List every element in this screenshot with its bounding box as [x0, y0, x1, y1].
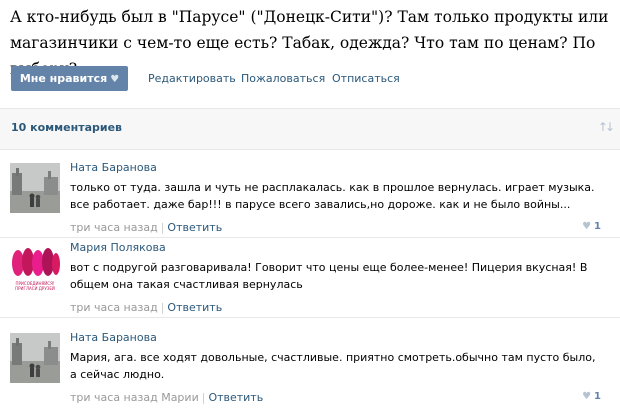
- edit-link[interactable]: Редактировать: [148, 72, 236, 85]
- comment-time[interactable]: три часа назад: [70, 301, 158, 314]
- comment-item: ПРИСОЕДИНЯЙСЯ! ПРИГЛАСИ ДРУЗЕЙ Мария Пол…: [0, 237, 620, 318]
- unsubscribe-link[interactable]: Отписаться: [332, 72, 400, 85]
- comments-count: 10 комментариев: [11, 121, 123, 134]
- comment-text: Мария, ага. все ходят довольные, счастли…: [70, 351, 596, 381]
- heart-icon: ♥: [582, 391, 592, 402]
- divider: |: [201, 391, 206, 404]
- comment-like[interactable]: ♥ 1: [582, 221, 601, 232]
- comment-author[interactable]: Ната Баранова: [70, 331, 157, 344]
- reply-to-mention[interactable]: Марии: [161, 391, 199, 404]
- comment-text: только от туда. зашла и чуть не расплака…: [70, 181, 595, 211]
- heart-icon: ♥: [582, 221, 592, 232]
- reply-link[interactable]: Ответить: [167, 301, 222, 314]
- divider: |: [160, 301, 165, 314]
- comment-time[interactable]: три часа назад: [70, 391, 158, 404]
- comment-author[interactable]: Ната Баранова: [70, 161, 157, 174]
- comment-meta: три часа назад Марии | Ответить: [70, 391, 263, 404]
- comments-header: 10 комментариев ↑↓: [0, 108, 620, 150]
- sort-order-icon[interactable]: ↑↓: [598, 120, 615, 134]
- report-link[interactable]: Пожаловаться: [241, 72, 325, 85]
- heart-icon: ♥: [110, 74, 120, 85]
- avatar[interactable]: ПРИСОЕДИНЯЙСЯ! ПРИГЛАСИ ДРУЗЕЙ: [10, 243, 60, 293]
- like-button[interactable]: Мне нравится ♥: [11, 66, 128, 91]
- comment-meta: три часа назад | Ответить: [70, 301, 222, 314]
- comment-meta: три часа назад | Ответить: [70, 221, 222, 234]
- avatar[interactable]: [10, 163, 60, 213]
- comment-item: Ната Баранова только от туда. зашла и чу…: [0, 157, 620, 238]
- reply-link[interactable]: Ответить: [208, 391, 263, 404]
- comment-like[interactable]: ♥ 1: [582, 391, 601, 402]
- comment-time[interactable]: три часа назад: [70, 221, 158, 234]
- reply-link[interactable]: Ответить: [167, 221, 222, 234]
- comment-text: вот с подругой разговаривала! Говорит чт…: [70, 261, 588, 291]
- like-button-label: Мне нравится: [19, 72, 108, 85]
- avatar[interactable]: [10, 333, 60, 383]
- post-actions: Мне нравится ♥ Редактировать Пожаловаться…: [11, 66, 611, 91]
- like-count: 1: [594, 391, 601, 402]
- divider: |: [160, 221, 165, 234]
- like-count: 1: [594, 221, 601, 232]
- comment-item: Ната Баранова Мария, ага. все ходят дово…: [0, 327, 620, 407]
- avatar-caption: ПРИСОЕДИНЯЙСЯ! ПРИГЛАСИ ДРУЗЕЙ: [15, 281, 55, 291]
- comment-author[interactable]: Мария Полякова: [70, 241, 166, 254]
